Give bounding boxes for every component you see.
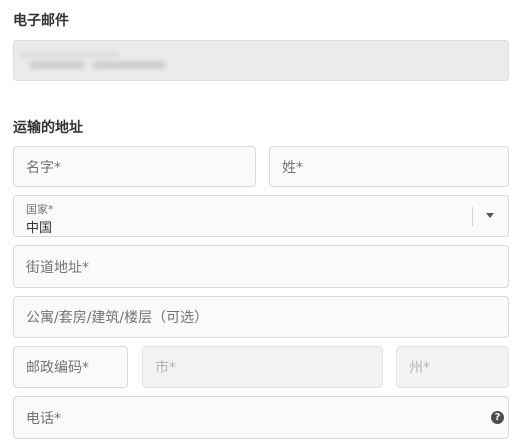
- country-select[interactable]: 国家* 中国: [13, 195, 509, 237]
- phone-field[interactable]: 电话* ?: [13, 396, 509, 439]
- first-name-placeholder: 名字*: [26, 159, 61, 176]
- state-placeholder: 州*: [409, 360, 430, 376]
- country-label: 国家*: [26, 203, 54, 216]
- city-placeholder: 市*: [155, 360, 176, 376]
- country-value: 中国: [26, 221, 53, 236]
- first-name-field[interactable]: 名字*: [13, 146, 256, 187]
- last-name-placeholder: 姓*: [282, 159, 303, 176]
- select-divider: [472, 207, 473, 226]
- redacted-email-part: [29, 61, 85, 69]
- redacted-email-part: [19, 51, 119, 58]
- shipping-section-title: 运输的地址: [13, 120, 83, 136]
- chevron-down-icon[interactable]: [486, 213, 494, 218]
- email-field[interactable]: [13, 40, 509, 81]
- apartment-field[interactable]: 公寓/套房/建筑/楼层（可选）: [13, 296, 509, 338]
- street-address-placeholder: 街道地址*: [26, 259, 89, 276]
- zip-code-field[interactable]: 邮政编码*: [13, 346, 128, 388]
- last-name-field[interactable]: 姓*: [269, 146, 509, 187]
- phone-placeholder: 电话*: [26, 410, 61, 427]
- city-field[interactable]: 市*: [142, 346, 383, 388]
- email-section-title: 电子邮件: [13, 13, 69, 29]
- street-address-field[interactable]: 街道地址*: [13, 245, 509, 288]
- state-field[interactable]: 州*: [396, 346, 509, 388]
- apartment-placeholder: 公寓/套房/建筑/楼层（可选）: [26, 310, 209, 326]
- help-icon[interactable]: ?: [491, 411, 504, 424]
- zip-code-placeholder: 邮政编码*: [26, 360, 89, 376]
- redacted-email-part: [92, 61, 166, 69]
